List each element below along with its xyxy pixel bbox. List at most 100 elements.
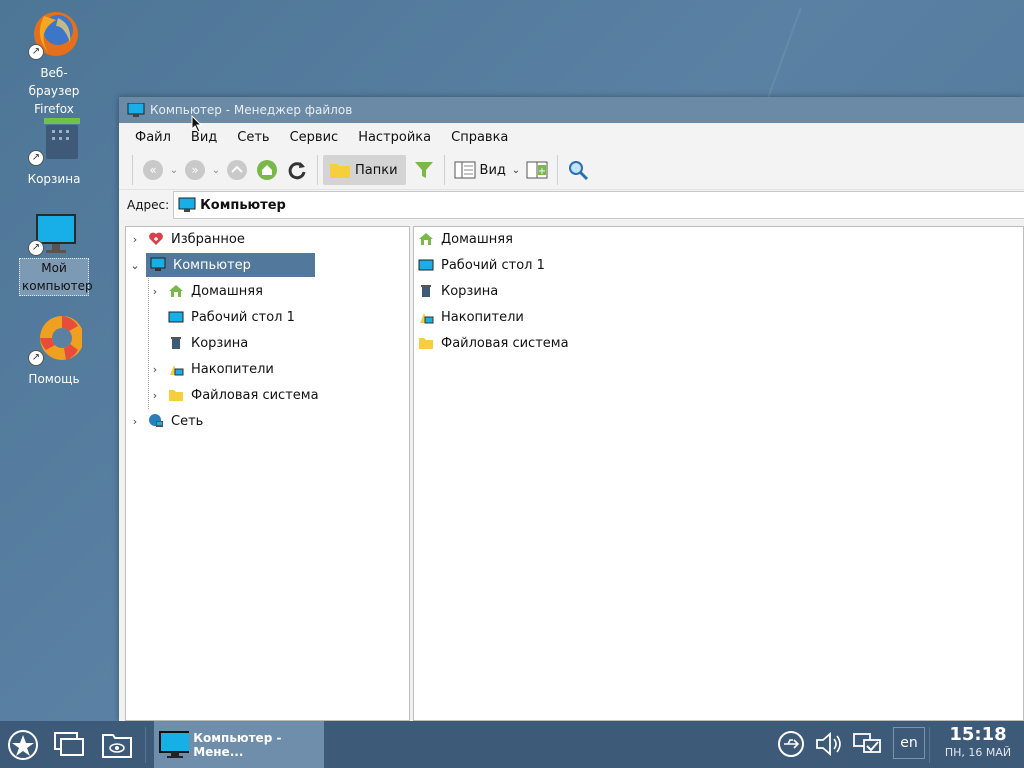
taskbar-separator bbox=[145, 727, 146, 763]
clock[interactable]: 15:18 ПН, 16 МАЙ bbox=[934, 724, 1022, 760]
drives-icon bbox=[170, 365, 184, 376]
tree-item-trash[interactable]: Корзина bbox=[168, 331, 248, 355]
expand-arrow-icon[interactable]: › bbox=[150, 383, 160, 407]
desktop-icon-firefox[interactable]: ↗ Веб-браузер Firefox bbox=[16, 6, 92, 118]
list-item-trash[interactable]: Корзина bbox=[418, 279, 498, 303]
desktop-icon-trash[interactable]: ↗ Корзина bbox=[16, 112, 92, 188]
menu-view[interactable]: Вид bbox=[181, 130, 227, 145]
trash-icon bbox=[421, 285, 431, 297]
tree-item-label: Избранное bbox=[171, 231, 245, 247]
address-field[interactable]: Компьютер bbox=[173, 191, 1024, 219]
monitor-icon: ↗ bbox=[26, 210, 82, 266]
tree-item-label: Домашняя bbox=[191, 283, 263, 299]
folders-toggle-button[interactable]: Папки bbox=[323, 155, 406, 185]
clock-time: 15:18 bbox=[949, 724, 1007, 745]
split-view-button[interactable]: + bbox=[525, 158, 549, 182]
usb-tray-button[interactable] bbox=[776, 729, 806, 759]
tree-item-drives[interactable]: Накопители bbox=[168, 357, 274, 381]
list-item-drives[interactable]: Накопители bbox=[418, 305, 524, 329]
home-icon bbox=[257, 160, 277, 180]
list-item-desktop[interactable]: Рабочий стол 1 bbox=[418, 253, 545, 277]
taskbar: Компьютер - Мене... bbox=[0, 721, 1024, 768]
list-item-label: Рабочий стол 1 bbox=[441, 257, 545, 273]
folders-label: Папки bbox=[355, 162, 398, 178]
shortcut-arrow-icon: ↗ bbox=[28, 240, 44, 256]
monitor-icon bbox=[178, 197, 196, 212]
start-star-icon bbox=[8, 730, 38, 760]
file-list: Домашняя Рабочий стол 1 Корзина Накопите… bbox=[413, 226, 1024, 721]
desktop-icon-my-computer[interactable]: ↗ Мой компьютер bbox=[16, 210, 93, 296]
menu-tools[interactable]: Сервис bbox=[280, 130, 349, 145]
folder-icon bbox=[330, 164, 350, 178]
menu-help[interactable]: Справка bbox=[441, 130, 518, 145]
tree-item-network[interactable]: Сеть bbox=[148, 409, 203, 433]
list-item-label: Корзина bbox=[441, 283, 499, 299]
volume-tray-button[interactable] bbox=[814, 729, 844, 759]
firefox-icon: ↗ bbox=[26, 6, 82, 62]
tree-item-label: Накопители bbox=[191, 361, 274, 377]
address-value: Компьютер bbox=[200, 197, 286, 213]
list-item-filesystem[interactable]: Файловая система bbox=[418, 331, 569, 355]
clock-date: ПН, 16 МАЙ bbox=[944, 746, 1012, 759]
view-dropdown[interactable]: ⌄ bbox=[510, 158, 522, 182]
forward-icon: » bbox=[185, 160, 205, 180]
home-button[interactable] bbox=[255, 158, 279, 182]
folder-icon bbox=[169, 390, 183, 401]
forward-button[interactable]: » bbox=[183, 158, 207, 182]
tree-item-computer[interactable]: Компьютер bbox=[146, 253, 315, 277]
tree-item-filesystem[interactable]: Файловая система bbox=[168, 383, 319, 407]
network-tray-button[interactable] bbox=[852, 729, 882, 759]
show-windows-button[interactable] bbox=[52, 728, 86, 762]
refresh-icon bbox=[288, 162, 306, 180]
desktop-icon-help[interactable]: ↗ Помощь bbox=[16, 312, 92, 388]
shortcut-arrow-icon: ↗ bbox=[28, 150, 44, 166]
menu-network[interactable]: Сеть bbox=[227, 130, 279, 145]
folder-tree: › Избранное ⌄ Компьютер › Домашняя Рабоч… bbox=[125, 226, 410, 721]
tree-item-label: Корзина bbox=[191, 335, 249, 351]
trash-icon bbox=[171, 337, 181, 349]
window-titlebar[interactable]: Компьютер - Менеджер файлов bbox=[119, 97, 1024, 123]
monitor-icon bbox=[159, 730, 190, 758]
drives-icon bbox=[420, 313, 434, 324]
back-dropdown[interactable]: ⌄ bbox=[168, 158, 180, 182]
filter-button[interactable] bbox=[412, 158, 436, 182]
up-icon bbox=[227, 160, 247, 180]
split-view-icon: + bbox=[526, 161, 548, 179]
mouse-cursor-icon bbox=[191, 115, 203, 133]
refresh-button[interactable] bbox=[285, 158, 309, 182]
expand-arrow-icon[interactable]: › bbox=[150, 357, 160, 381]
tree-item-home[interactable]: Домашняя bbox=[168, 279, 263, 303]
svg-text:+: + bbox=[538, 166, 546, 177]
taskbar-separator bbox=[929, 727, 930, 763]
task-file-manager[interactable]: Компьютер - Мене... bbox=[154, 721, 324, 768]
search-button[interactable] bbox=[566, 158, 590, 182]
desktop-icon bbox=[418, 259, 434, 271]
collapse-arrow-icon[interactable]: ⌄ bbox=[130, 253, 140, 277]
up-button[interactable] bbox=[225, 158, 249, 182]
keyboard-layout-indicator[interactable]: en bbox=[893, 727, 925, 759]
windows-icon bbox=[54, 732, 84, 756]
favorites-heart-icon bbox=[149, 232, 163, 245]
list-item-home[interactable]: Домашняя bbox=[418, 227, 513, 251]
svg-text:»: » bbox=[191, 163, 198, 177]
list-item-label: Файловая система bbox=[441, 335, 569, 351]
expand-arrow-icon[interactable]: › bbox=[150, 279, 160, 303]
tree-item-label: Компьютер bbox=[173, 257, 251, 273]
back-icon: « bbox=[143, 160, 163, 180]
expand-arrow-icon[interactable]: › bbox=[130, 409, 140, 433]
monitor-icon bbox=[127, 103, 145, 117]
filter-icon bbox=[414, 162, 433, 178]
expand-arrow-icon[interactable]: › bbox=[130, 227, 140, 251]
view-mode-button[interactable]: Вид bbox=[450, 155, 510, 185]
menu-file[interactable]: Файл bbox=[125, 130, 181, 145]
window-title: Компьютер - Менеджер файлов bbox=[150, 103, 353, 117]
forward-dropdown[interactable]: ⌄ bbox=[210, 158, 222, 182]
show-desktop-button[interactable] bbox=[100, 728, 134, 762]
back-button[interactable]: « bbox=[141, 158, 165, 182]
tree-item-favorites[interactable]: Избранное bbox=[148, 227, 251, 251]
shortcut-arrow-icon: ↗ bbox=[28, 44, 44, 60]
menu-settings[interactable]: Настройка bbox=[348, 130, 441, 145]
start-menu-button[interactable] bbox=[6, 728, 40, 762]
desktop-eye-icon bbox=[102, 734, 132, 758]
tree-item-desktop[interactable]: Рабочий стол 1 bbox=[168, 305, 295, 329]
